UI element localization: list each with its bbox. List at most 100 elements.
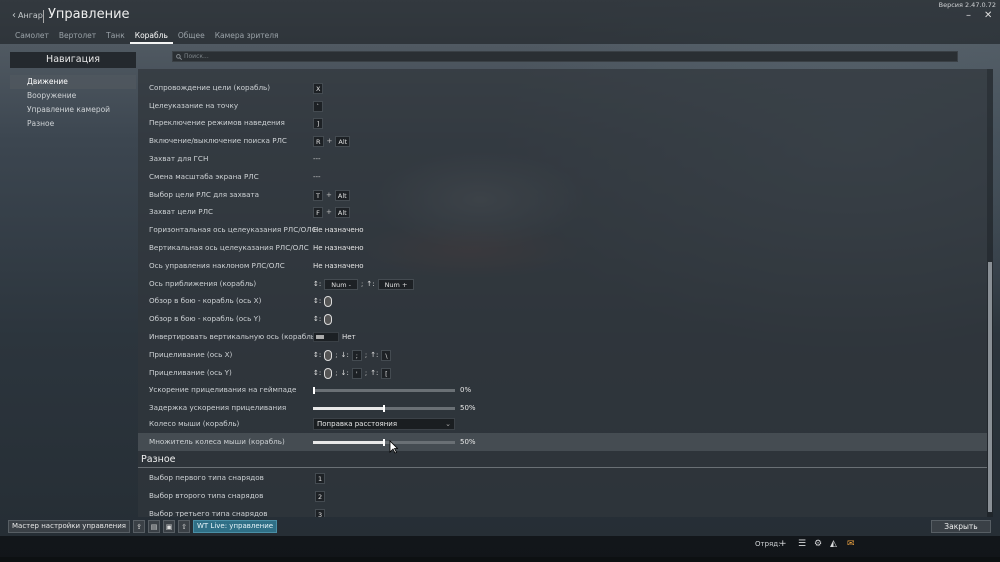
mouse-wheel-multiplier-slider[interactable] — [313, 438, 455, 446]
setting-row[interactable]: Выбор первого типа снарядов 1 — [138, 469, 987, 487]
setting-row[interactable]: Переключение режимов наведения ] — [138, 114, 987, 132]
slider-value: 50% — [460, 438, 476, 446]
key-binding[interactable]: ; — [351, 349, 362, 361]
setting-row[interactable]: Захват цели РЛС F + Alt — [138, 203, 987, 221]
setting-label: Горизонтальная ось целеуказания РЛС/ОЛС — [149, 225, 317, 234]
key-binding[interactable]: [ — [381, 367, 392, 379]
key-binding[interactable]: T — [313, 189, 323, 201]
tab-tank[interactable]: Танк — [101, 29, 130, 44]
mail-icon[interactable]: ✉ — [847, 539, 855, 549]
tab-common[interactable]: Общее — [173, 29, 210, 44]
key-binding[interactable]: F — [313, 206, 323, 218]
squad-label: Отряд: — [755, 540, 781, 548]
binding-value[interactable]: Не назначено — [313, 226, 364, 234]
key-binding[interactable]: Num - — [324, 278, 358, 290]
key-binding[interactable]: ] — [313, 117, 323, 129]
setting-row[interactable]: Обзор в бою - корабль (ось X) ↕: — [138, 292, 987, 310]
scrollbar-thumb[interactable] — [988, 262, 992, 512]
add-icon[interactable]: + — [779, 539, 787, 549]
setting-row[interactable]: Множитель колеса мыши (корабль) 50% — [138, 433, 987, 451]
setting-row[interactable]: Захват для ГСН --- — [138, 150, 987, 168]
key-binding[interactable]: Alt — [334, 206, 350, 218]
controls-wizard-button[interactable]: Мастер настройки управления — [8, 520, 130, 533]
key-binding[interactable]: \ — [381, 349, 392, 361]
setting-label: Ускорение прицеливания на геймпаде — [149, 385, 297, 394]
mouse-x-axis-icon[interactable] — [324, 349, 333, 361]
setting-row[interactable]: Выбор третьего типа снарядов 3 — [138, 505, 987, 517]
setting-row[interactable]: Обзор в бою - корабль (ось Y) ↕: — [138, 310, 987, 328]
setting-row[interactable]: Ось управления наклоном РЛС/ОЛС Не назна… — [138, 257, 987, 275]
accel-delay-slider[interactable] — [313, 404, 455, 412]
setting-label: Прицеливание (ось X) — [149, 350, 233, 359]
mouse-y-axis-icon[interactable] — [324, 367, 333, 379]
export-icon[interactable]: ⇧ — [178, 520, 190, 533]
key-binding[interactable]: 2 — [315, 490, 326, 502]
setting-row[interactable]: Сопровождение цели (корабль) X — [138, 79, 987, 97]
tab-spectator-camera[interactable]: Камера зрителя — [210, 29, 284, 44]
setting-label: Целеуказание на точку — [149, 101, 239, 110]
binding-value[interactable]: Не назначено — [313, 262, 364, 270]
nav-item-movement[interactable]: Движение — [10, 75, 136, 89]
invert-toggle[interactable] — [313, 332, 339, 342]
slider-value: 50% — [460, 404, 476, 412]
key-binding[interactable]: R — [313, 135, 324, 147]
search-input[interactable]: Поиск... — [172, 51, 958, 62]
mouse-x-axis-icon[interactable] — [324, 295, 333, 307]
key-binding[interactable]: 3 — [315, 508, 326, 517]
key-binding[interactable]: X — [313, 82, 324, 94]
mouse-y-axis-icon[interactable] — [324, 313, 333, 325]
search-icon — [176, 53, 182, 60]
plus-icon: + — [326, 137, 333, 145]
setting-row[interactable]: Горизонтальная ось целеуказания РЛС/ОЛС … — [138, 221, 987, 239]
window-minimize-icon[interactable]: – — [966, 10, 971, 21]
setting-row[interactable]: Выбор второго типа снарядов 2 — [138, 487, 987, 505]
chevron-down-icon: ⌄ — [445, 420, 451, 428]
key-binding[interactable]: Alt — [334, 189, 350, 201]
list-icon[interactable]: ☰ — [798, 539, 806, 549]
key-binding[interactable]: Alt — [335, 135, 351, 147]
setting-row[interactable]: Ускорение прицеливания на геймпаде 0% — [138, 381, 987, 399]
tab-plane[interactable]: Самолет — [10, 29, 54, 44]
nav-item-camera[interactable]: Управление камерой — [10, 103, 136, 117]
axis-icon: ↕: — [313, 280, 322, 288]
nav-title: Навигация — [10, 52, 136, 68]
window-close-icon[interactable]: ✕ — [984, 10, 992, 21]
setting-row[interactable]: Выбор цели РЛС для захвата T + Alt — [138, 186, 987, 204]
setting-row[interactable]: Включение/выключение поиска РЛС R + Alt — [138, 132, 987, 150]
setting-row[interactable]: Вертикальная ось целеуказания РЛС/ОЛС Не… — [138, 239, 987, 257]
setting-label: Колесо мыши (корабль) — [149, 419, 240, 428]
tab-ship[interactable]: Корабль — [129, 29, 173, 44]
nav-item-weapons[interactable]: Вооружение — [10, 89, 136, 103]
setting-label: Вертикальная ось целеуказания РЛС/ОЛС — [149, 243, 309, 252]
setting-label: Выбор первого типа снарядов — [149, 473, 264, 482]
setting-row[interactable]: Ось приближения (корабль) ↕: Num -; ↑: Num … — [138, 275, 987, 293]
setting-label: Захват цели РЛС — [149, 207, 213, 216]
settings-icon[interactable]: ⚙ — [814, 539, 822, 549]
key-binding[interactable]: 1 — [315, 472, 326, 484]
setting-row[interactable]: Прицеливание (ось X) ↕:; ↓:;; ↑: \ — [138, 346, 987, 364]
setting-label: Обзор в бою - корабль (ось X) — [149, 296, 262, 305]
setting-row[interactable]: Инвертировать вертикальную ось (корабль)… — [138, 328, 987, 346]
setting-row[interactable]: Целеуказание на точку ` — [138, 97, 987, 115]
setting-row[interactable]: Прицеливание (ось Y) ↕:; ↓: '; ↑:[ — [138, 364, 987, 382]
back-button[interactable]: ‹ Ангар — [12, 10, 43, 21]
binding-value[interactable]: Не назначено — [313, 244, 364, 252]
tab-helicopter[interactable]: Вертолет — [54, 29, 101, 44]
mouse-wheel-select[interactable]: Поправка расстояния ⌄ — [313, 418, 455, 430]
close-button[interactable]: Закрыть — [931, 520, 991, 533]
tank-icon[interactable]: ◭ — [830, 539, 837, 549]
setting-row[interactable]: Смена масштаба экрана РЛС --- — [138, 168, 987, 186]
wt-live-controls-button[interactable]: WT Live: управление — [193, 520, 278, 533]
unassigned-dash[interactable]: --- — [313, 173, 321, 181]
nav-item-misc[interactable]: Разное — [10, 117, 136, 131]
gamepad-accel-slider[interactable] — [313, 386, 455, 394]
key-binding[interactable]: ` — [313, 100, 323, 112]
toggle-value: Нет — [342, 333, 356, 341]
save-icon[interactable]: ▣ — [163, 520, 175, 533]
key-binding[interactable]: ' — [351, 367, 362, 379]
setting-row[interactable]: Колесо мыши (корабль) Поправка расстояни… — [138, 415, 987, 433]
key-binding[interactable]: Num + — [377, 278, 415, 290]
import-icon[interactable]: ⇪ — [133, 520, 145, 533]
unassigned-dash[interactable]: --- — [313, 155, 321, 163]
file-icon[interactable]: ▤ — [148, 520, 160, 533]
